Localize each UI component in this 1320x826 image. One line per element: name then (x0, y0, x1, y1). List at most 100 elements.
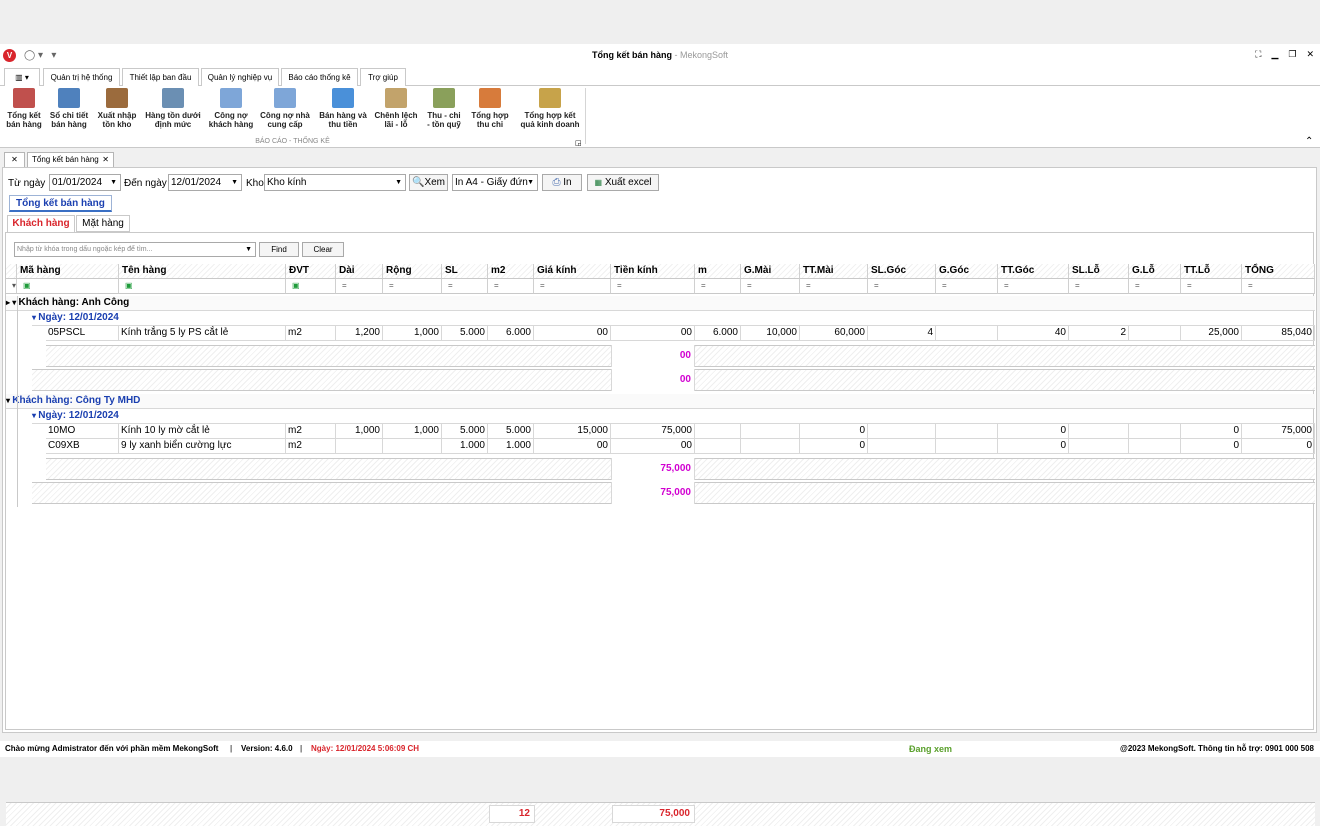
ribbon-button-income-expense[interactable]: Tổng hợp thu chi (468, 88, 512, 129)
column-header[interactable]: Giá kính (534, 264, 611, 279)
tab-system-admin[interactable]: Quản trị hệ thống (43, 68, 120, 87)
table-cell[interactable]: 15,000 (534, 424, 611, 439)
export-excel-button[interactable]: ▦ Xuất excel (587, 174, 659, 191)
table-cell[interactable] (936, 439, 998, 454)
column-header[interactable]: TT.Mài (800, 264, 868, 279)
warehouse-select[interactable]: Kho kính ▼ (264, 174, 406, 191)
ribbon-button-sales-summary[interactable]: Tổng kết bán hàng (3, 88, 45, 129)
table-cell[interactable]: 2 (1069, 326, 1129, 341)
table-cell[interactable] (1069, 439, 1129, 454)
filter-cell[interactable]: = (1129, 279, 1181, 294)
table-cell[interactable]: 0 (1181, 439, 1242, 454)
dropdown-arrow-icon[interactable]: ▼ (110, 175, 117, 190)
view-button[interactable]: 🔍Xem (409, 174, 448, 191)
dropdown-arrow-icon[interactable]: ▼ (527, 175, 534, 190)
minimize-icon[interactable]: ▁ (1271, 49, 1278, 60)
table-cell[interactable] (1069, 424, 1129, 439)
close-all-icon[interactable]: ✕ (4, 152, 25, 168)
filter-cell[interactable]: ▣ (286, 279, 336, 294)
table-cell[interactable]: 85,040 (1242, 326, 1315, 341)
table-cell[interactable]: 00 (611, 439, 695, 454)
print-format-select[interactable]: In A4 - Giấy đứn ▼ (452, 174, 538, 191)
dropdown-arrow-icon[interactable]: ▼ (395, 175, 402, 190)
collapse-ribbon-icon[interactable]: ⌃ (1305, 136, 1313, 147)
table-cell[interactable]: 1.000 (488, 439, 534, 454)
table-cell[interactable] (336, 439, 383, 454)
table-cell[interactable]: 0 (1242, 439, 1315, 454)
table-cell[interactable]: 0 (1181, 424, 1242, 439)
table-cell[interactable]: 6.000 (695, 326, 741, 341)
table-cell[interactable]: 5.000 (442, 424, 488, 439)
tab-reports[interactable]: Báo cáo thống kê (281, 68, 358, 88)
column-header[interactable]: SL.Lỗ (1069, 264, 1129, 279)
column-header[interactable]: SL.Góc (868, 264, 936, 279)
filter-cell[interactable]: = (741, 279, 800, 294)
table-cell[interactable] (383, 439, 442, 454)
column-header[interactable]: m (695, 264, 741, 279)
column-header[interactable]: Dài (336, 264, 383, 279)
column-header[interactable]: ĐVT (286, 264, 336, 279)
print-button[interactable]: ⎙ In (542, 174, 582, 191)
table-cell[interactable]: 60,000 (800, 326, 868, 341)
ribbon-button-sales-collection[interactable]: Bán hàng và thu tiền (317, 88, 369, 129)
tab-operations[interactable]: Quản lý nghiệp vụ (201, 68, 279, 87)
ribbon-button-profit-loss[interactable]: Chênh lệch lãi - lỗ (373, 88, 419, 129)
table-cell[interactable] (936, 326, 998, 341)
table-cell[interactable]: 1,000 (336, 424, 383, 439)
table-cell[interactable]: C09XB (46, 439, 119, 454)
table-cell[interactable]: 0 (998, 439, 1069, 454)
table-cell[interactable]: 1,000 (383, 424, 442, 439)
column-header[interactable]: Rộng (383, 264, 442, 279)
table-cell[interactable]: Kính trắng 5 ly PS cắt lẻ (119, 326, 286, 341)
tab-initial-setup[interactable]: Thiết lập ban đầu (122, 68, 199, 87)
filter-cell[interactable]: ▣ (17, 279, 119, 294)
table-cell[interactable]: 1,200 (336, 326, 383, 341)
table-cell[interactable]: m2 (286, 326, 336, 341)
ribbon-button-ledger[interactable]: Sổ chi tiết bán hàng (48, 88, 90, 129)
ribbon-button-customer-debt[interactable]: Công nợ khách hàng (207, 88, 255, 129)
table-cell[interactable]: 9 ly xanh biển cường lực (119, 439, 286, 454)
table-cell[interactable]: 10,000 (741, 326, 800, 341)
column-header[interactable]: SL (442, 264, 488, 279)
table-cell[interactable]: 00 (534, 439, 611, 454)
filter-cell[interactable]: = (695, 279, 741, 294)
table-cell[interactable]: m2 (286, 439, 336, 454)
find-button[interactable]: Find (259, 242, 299, 257)
table-cell[interactable]: Kính 10 ly mờ cắt lẻ (119, 424, 286, 439)
column-header[interactable]: TT.Lỗ (1181, 264, 1242, 279)
table-cell[interactable] (936, 424, 998, 439)
ribbon-button-cash-fund[interactable]: Thu - chi - tồn quỹ (423, 88, 465, 129)
filter-cell[interactable]: = (868, 279, 936, 294)
tab-customers[interactable]: Khách hàng (7, 215, 75, 233)
table-cell[interactable] (741, 439, 800, 454)
filter-cell[interactable]: = (534, 279, 611, 294)
ribbon-button-database[interactable]: Hàng tồn dưới định mức (143, 88, 203, 129)
column-header[interactable]: m2 (488, 264, 534, 279)
date-group-row[interactable]: ▾ Ngày: 12/01/2024 (32, 409, 1315, 424)
table-cell[interactable]: 0 (998, 424, 1069, 439)
filter-cell[interactable]: = (1242, 279, 1315, 294)
filter-cell[interactable]: = (442, 279, 488, 294)
column-header[interactable]: G.Góc (936, 264, 998, 279)
filter-cell[interactable]: = (488, 279, 534, 294)
clear-button[interactable]: Clear (302, 242, 344, 257)
table-cell[interactable]: 6.000 (488, 326, 534, 341)
tab-products[interactable]: Mặt hàng (76, 215, 130, 232)
filter-cell[interactable]: = (800, 279, 868, 294)
table-cell[interactable]: 10MO (46, 424, 119, 439)
search-input[interactable]: Nhập từ khóa trong dấu ngoặc kép để tìm.… (14, 242, 256, 257)
table-cell[interactable] (868, 439, 936, 454)
ribbon-button-warehouse[interactable]: Xuất nhập tồn kho (96, 88, 138, 129)
date-group-row[interactable]: ▾ Ngày: 12/01/2024 (32, 311, 1315, 326)
filter-cell[interactable]: = (383, 279, 442, 294)
column-header[interactable]: Tên hàng (119, 264, 286, 279)
table-cell[interactable]: 40 (998, 326, 1069, 341)
group-expand-icon[interactable]: ◲ (575, 139, 582, 147)
tab-help[interactable]: Trợ giúp (360, 68, 406, 87)
table-cell[interactable]: 0 (800, 439, 868, 454)
table-cell[interactable]: 0 (800, 424, 868, 439)
filter-row-icon[interactable]: ▾ (6, 279, 17, 294)
fullscreen-icon[interactable]: ⛶ (1255, 49, 1261, 60)
column-header[interactable]: G.Mài (741, 264, 800, 279)
table-cell[interactable] (1129, 439, 1181, 454)
